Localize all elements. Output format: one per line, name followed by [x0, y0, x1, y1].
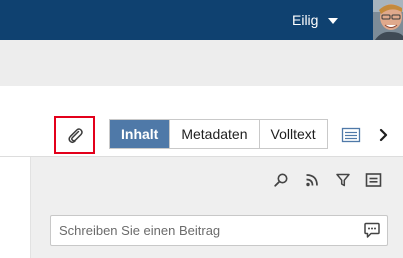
search-button[interactable] — [272, 172, 289, 189]
post-input-box[interactable] — [50, 215, 388, 246]
panel-toolbar — [272, 171, 382, 189]
view-tabs: Inhalt Metadaten Volltext — [109, 119, 328, 149]
attach-button[interactable] — [54, 116, 95, 154]
tab-volltext[interactable]: Volltext — [258, 120, 327, 148]
post-submit-button[interactable] — [363, 222, 381, 239]
post-input[interactable] — [51, 216, 351, 245]
app-window: Eilig Inhalt Metadaten Volltext — [0, 0, 403, 258]
user-name: Eilig — [292, 12, 319, 28]
panel-border — [30, 157, 31, 258]
user-avatar-photo — [373, 0, 403, 40]
filter-button[interactable] — [334, 172, 351, 189]
user-menu[interactable]: Eilig — [292, 0, 339, 40]
next-button[interactable] — [376, 126, 392, 144]
comment-list-button[interactable] — [365, 172, 382, 189]
search-icon — [273, 173, 287, 187]
rss-button[interactable] — [303, 172, 320, 189]
avatar[interactable] — [373, 0, 403, 40]
tab-metadaten[interactable]: Metadaten — [169, 120, 259, 148]
filter-icon — [335, 173, 350, 187]
comment-list-icon — [365, 173, 382, 187]
chevron-right-icon — [379, 128, 388, 142]
rss-feed-icon — [305, 174, 318, 187]
caret-down-icon — [328, 18, 339, 24]
list-view-button[interactable] — [341, 126, 361, 144]
list-view-icon — [341, 127, 361, 143]
speech-bubble-icon — [364, 222, 380, 238]
subheader-strip — [0, 40, 403, 86]
app-header: Eilig — [0, 0, 403, 40]
paperclip-icon — [67, 128, 83, 144]
tab-inhalt[interactable]: Inhalt — [110, 120, 170, 148]
